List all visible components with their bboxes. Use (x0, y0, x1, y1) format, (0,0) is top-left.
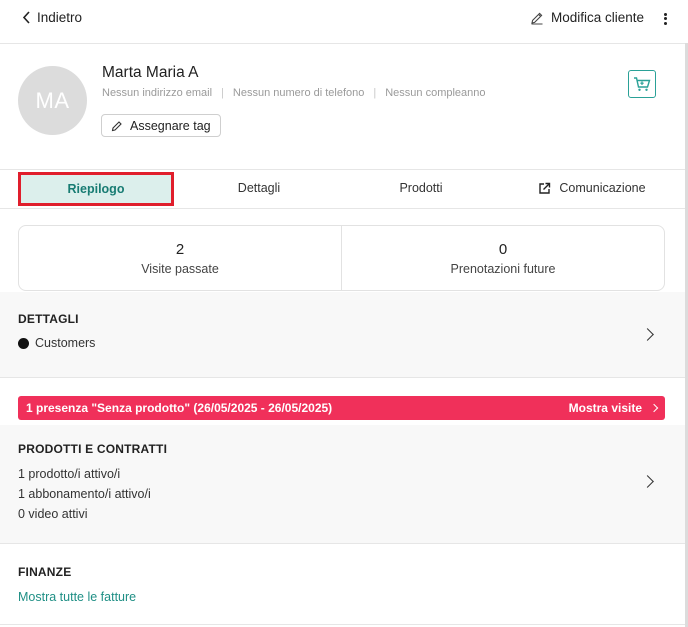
stat-future-bookings: 0 Prenotazioni future (341, 226, 664, 290)
stat-value: 2 (175, 240, 185, 258)
stat-label: Prenotazioni future (450, 261, 556, 276)
alert-banner: 1 presenza "Senza prodotto" (26/05/2025 … (18, 396, 665, 420)
products-title: PRODOTTI E CONTRATTI (18, 442, 168, 456)
dot-icon (18, 337, 29, 349)
details-title: DETTAGLI (18, 312, 79, 326)
pencil-icon (111, 120, 122, 131)
stat-past-visits: 2 Visite passate (19, 226, 341, 290)
tab-summary[interactable]: Riepilogo (18, 172, 174, 206)
client-contact-info: Nessun indirizzo email | Nessun numero d… (102, 87, 486, 99)
alert-text: 1 presenza "Senza prodotto" (26/05/2025 … (26, 401, 333, 415)
tab-communication[interactable]: Comunicazione (502, 169, 682, 207)
details-item-label: Customers (35, 336, 96, 350)
phone-info: Nessun numero di telefono (232, 87, 365, 99)
shopping-cart-button[interactable] (628, 70, 656, 98)
edit-client-button[interactable]: Modifica cliente (530, 10, 644, 25)
external-link-icon (539, 182, 551, 194)
show-all-invoices-link[interactable]: Mostra tutte le fatture (18, 590, 136, 604)
divider (0, 543, 688, 544)
divider (0, 377, 688, 378)
chevron-left-icon (22, 11, 30, 24)
stat-label: Visite passate (141, 261, 219, 276)
more-options-icon[interactable] (662, 11, 668, 27)
stat-value: 0 (498, 240, 508, 258)
client-name: Marta Maria A (102, 64, 199, 81)
divider (0, 624, 688, 625)
separator: | (221, 87, 224, 99)
details-item: Customers (18, 336, 95, 350)
shopping-cart-icon (634, 77, 651, 91)
back-button[interactable]: Indietro (22, 10, 82, 25)
back-label: Indietro (37, 10, 83, 25)
pencil-icon (531, 12, 543, 25)
separator: | (373, 87, 377, 99)
tab-details[interactable]: Dettagli (178, 169, 340, 207)
chevron-right-icon (649, 403, 659, 413)
birthday-info: Nessun compleanno (385, 87, 486, 99)
products-line: 1 prodotto/i attivo/i (18, 467, 121, 481)
assign-tag-label: Assegnare tag (130, 118, 211, 133)
email-info: Nessun indirizzo email (102, 87, 213, 99)
show-visits-label: Mostra visite (568, 401, 642, 415)
details-section[interactable] (0, 292, 688, 377)
edit-client-label: Modifica cliente (550, 10, 644, 25)
products-line: 1 abbonamento/i attivo/i (18, 487, 151, 501)
finance-title: FINANZE (18, 565, 72, 579)
avatar: MA (18, 66, 87, 135)
assign-tag-button[interactable]: Assegnare tag (101, 114, 221, 137)
tab-communication-label: Comunicazione (559, 181, 646, 195)
stats-card: 2 Visite passate 0 Prenotazioni future (18, 225, 665, 291)
show-visits-link[interactable]: Mostra visite (568, 401, 659, 415)
products-line: 0 video attivi (18, 507, 88, 521)
tab-products[interactable]: Prodotti (340, 169, 502, 207)
